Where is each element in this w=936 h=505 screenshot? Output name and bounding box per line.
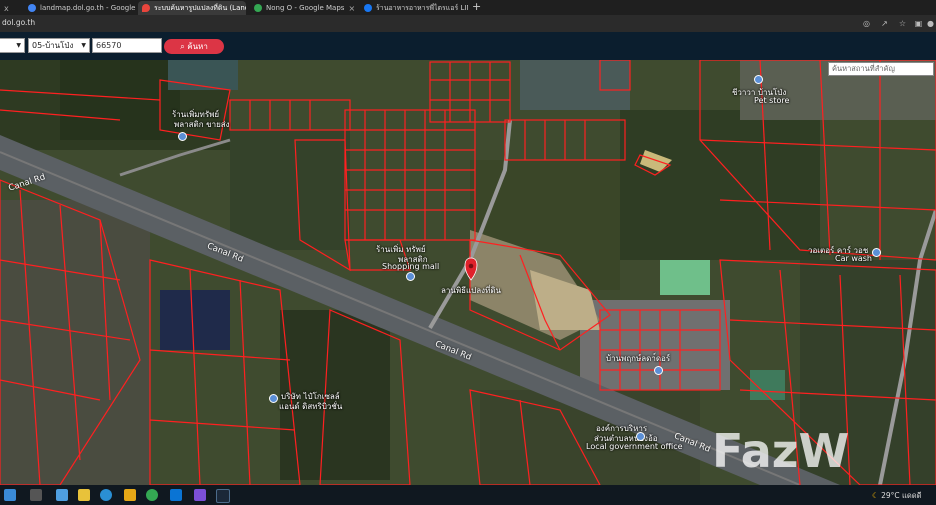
pet-store-icon[interactable] [754, 75, 763, 84]
location-icon[interactable]: ◎ [862, 19, 871, 28]
tab-label: ระบบค้นหารูปแปลงที่ดิน (LandsMap [154, 3, 246, 12]
map-label[interactable]: Local government office [586, 442, 683, 451]
facebook-icon [364, 4, 372, 12]
files-icon[interactable] [78, 489, 90, 501]
steam-icon[interactable] [216, 489, 230, 503]
shopping-mall-icon[interactable] [406, 272, 415, 281]
search-icon: ⌕ [180, 42, 185, 51]
share-icon[interactable]: ↗ [880, 19, 889, 28]
edge-icon[interactable] [100, 489, 112, 501]
tab-google-search[interactable]: landmap.dol.go.th - Google Sea × [24, 1, 136, 15]
government-office-icon[interactable] [636, 432, 645, 441]
district-select[interactable]: 05-บ้านโป่ง ▼ [28, 38, 90, 53]
place-search-input[interactable]: ค้นหาสถานที่สำคัญ [828, 62, 934, 76]
tab-google-maps[interactable]: Nong O - Google Maps × [250, 1, 358, 15]
map-pin-icon [142, 4, 150, 12]
tab-label: ร้านอาหารอาหารพี่ไตรแอร์ LINEMAN GM [376, 3, 468, 12]
weather-widget[interactable]: ☾ 29°C แดดดี [872, 490, 922, 502]
chrome-icon[interactable] [146, 489, 158, 501]
profile-icon[interactable]: ● [926, 19, 935, 28]
app-icon[interactable] [194, 489, 206, 501]
start-icon[interactable] [4, 489, 16, 501]
new-tab-icon[interactable]: + [472, 0, 481, 13]
url-text[interactable]: dol.go.th [2, 18, 35, 27]
chevron-down-icon: ▼ [16, 42, 21, 49]
tab-prev[interactable]: x [0, 1, 22, 15]
map-label[interactable]: Shopping mall [382, 262, 439, 271]
windows-taskbar: ☾ 29°C แดดดี [0, 485, 936, 505]
residential-icon[interactable] [654, 366, 663, 375]
marker-label[interactable]: ลานพิธีแปลงที่ดิน [441, 284, 501, 297]
bookmark-star-icon[interactable]: ☆ [898, 19, 907, 28]
calculator-icon[interactable] [56, 489, 68, 501]
tab-label: landmap.dol.go.th - Google Sea [40, 4, 136, 12]
chevron-down-icon: ▼ [81, 42, 86, 49]
land-search-toolbar: ▼ 05-บ้านโป่ง ▼ 66570 ⌕ ค้นหา [0, 32, 936, 60]
explorer-icon[interactable] [124, 489, 136, 501]
task-view-icon[interactable] [30, 489, 42, 501]
weather-icon: ☾ [872, 491, 879, 500]
close-icon[interactable]: × [348, 4, 355, 13]
extensions-icon[interactable]: ▣ [914, 19, 923, 28]
zip-input[interactable]: 66570 [92, 38, 162, 53]
map-label[interactable]: Pet store [754, 96, 789, 105]
company-icon[interactable] [269, 394, 278, 403]
satellite-map[interactable]: ร้านเพิ่มทรัพย์ พลาสติก ขายส่ง ร้านเพิ่ม… [0, 60, 936, 485]
google-maps-icon [254, 4, 262, 12]
mail-icon[interactable] [170, 489, 182, 501]
address-bar: dol.go.th ◎ ↗ ☆ ▣ ● [0, 15, 936, 32]
province-select[interactable]: ▼ [0, 38, 25, 53]
tab-landsmaps[interactable]: ระบบค้นหารูปแปลงที่ดิน (LandsMap × [138, 1, 246, 15]
google-icon [28, 4, 36, 12]
car-wash-icon[interactable] [872, 248, 881, 257]
tab-close-icon[interactable]: x [4, 4, 9, 13]
map-label[interactable]: บ้านพฤกษ์ลดา์ดอร์ [606, 352, 670, 365]
map-label[interactable]: Car wash [835, 254, 872, 263]
search-button[interactable]: ⌕ ค้นหา [164, 39, 224, 54]
shop-icon[interactable] [178, 132, 187, 141]
map-label[interactable]: พลาสติก ขายส่ง [174, 118, 230, 131]
fazwaz-watermark-logo: FazW [712, 424, 850, 478]
tab-facebook[interactable]: ร้านอาหารอาหารพี่ไตรแอร์ LINEMAN GM × [360, 1, 468, 15]
map-label[interactable]: แอนด์ ดิสทริบิวชั่น [279, 400, 342, 413]
browser-tab-bar: x landmap.dol.go.th - Google Sea × ระบบค… [0, 0, 936, 15]
tab-label: Nong O - Google Maps [266, 4, 345, 12]
